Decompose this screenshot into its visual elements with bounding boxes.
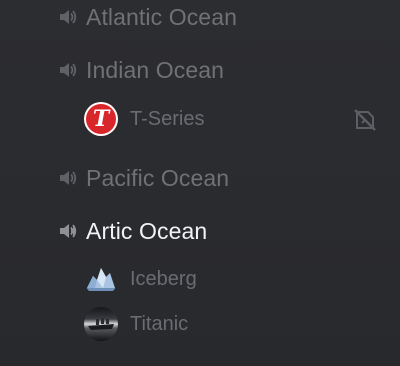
voice-user-iceberg[interactable]: Iceberg — [84, 262, 197, 296]
user-name: Iceberg — [130, 267, 197, 290]
avatar — [84, 307, 118, 341]
user-name: T-Series — [130, 107, 205, 130]
channel-label: Artic Ocean — [86, 217, 208, 244]
voice-user-titanic[interactable]: Titanic — [84, 307, 188, 341]
user-name: Titanic — [130, 312, 189, 335]
volume-icon — [60, 63, 77, 77]
channel-artic-ocean[interactable]: Artic Ocean — [58, 214, 207, 248]
channel-label: Atlantic Ocean — [86, 3, 237, 30]
volume-icon — [60, 10, 77, 24]
channel-indian-ocean[interactable]: Indian Ocean — [58, 53, 224, 87]
voice-user-tseries[interactable]: T T-Series — [84, 102, 204, 136]
volume-icon — [60, 224, 77, 238]
screen-share-icon — [354, 109, 376, 131]
voice-channel-list: Atlantic Ocean Indian Ocean T T-Series P… — [0, 0, 400, 366]
ship-icon — [88, 318, 114, 330]
avatar — [84, 262, 118, 296]
avatar-letter: T — [92, 106, 110, 132]
volume-icon — [60, 171, 77, 185]
avatar: T — [84, 102, 118, 136]
channel-pacific-ocean[interactable]: Pacific Ocean — [58, 161, 229, 195]
channel-label: Indian Ocean — [86, 56, 225, 83]
iceberg-icon — [86, 268, 116, 291]
channel-label: Pacific Ocean — [86, 164, 230, 191]
channel-atlantic-ocean[interactable]: Atlantic Ocean — [58, 0, 237, 34]
